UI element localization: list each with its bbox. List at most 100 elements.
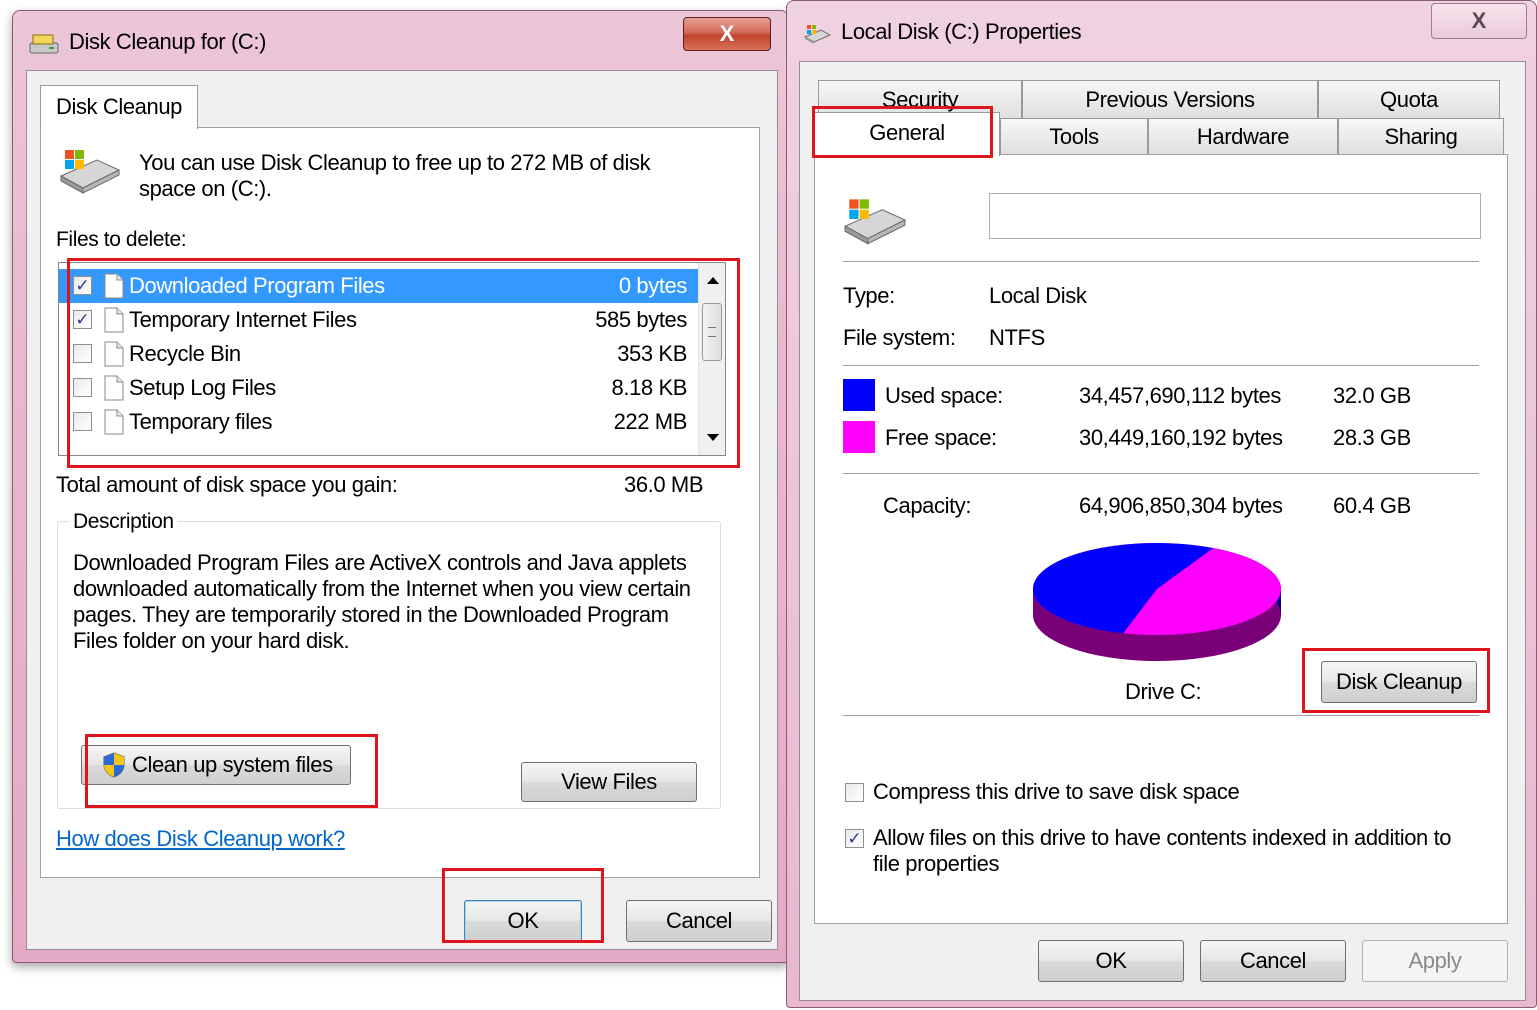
file-checkbox[interactable]: [73, 344, 92, 363]
type-value: Local Disk: [989, 283, 1087, 308]
tab-general-label: General: [869, 120, 945, 145]
file-rows: ✓ Downloaded Program Files 0 bytes ✓ Tempora…: [59, 269, 699, 455]
file-checkbox[interactable]: ✓: [73, 276, 92, 295]
tab-quota-label: Quota: [1380, 87, 1438, 112]
list-scrollbar[interactable]: [698, 263, 725, 455]
separator-2: [843, 365, 1479, 367]
file-name: Downloaded Program Files: [129, 273, 385, 298]
cancel-button[interactable]: Cancel: [1200, 940, 1346, 982]
cancel-button[interactable]: Cancel: [626, 900, 772, 942]
description-label: Description: [69, 510, 178, 534]
index-label-line2: file properties: [873, 851, 1000, 876]
free-space-gb: 28.3 GB: [1333, 425, 1411, 450]
tab-previous-versions[interactable]: Previous Versions: [1022, 80, 1318, 120]
file-type-icon: [103, 307, 125, 333]
separator-4: [843, 715, 1479, 717]
compress-label: Compress this drive to save disk space: [873, 779, 1240, 804]
scroll-grip-icon: [708, 327, 716, 337]
disk-usage-pie: [1033, 543, 1281, 661]
properties-window: Local Disk (C:) Properties X Security Pr…: [786, 0, 1537, 1008]
description-line2: downloaded automatically from the Intern…: [73, 576, 691, 601]
tab-previous-versions-label: Previous Versions: [1085, 87, 1255, 112]
help-link[interactable]: How does Disk Cleanup work?: [56, 826, 345, 852]
separator-3: [843, 473, 1479, 475]
separator-1: [843, 261, 1479, 263]
file-row[interactable]: Temporary files 222 MB: [59, 405, 699, 439]
free-space-swatch: [843, 421, 875, 453]
file-type-icon: [103, 409, 125, 435]
tab-quota[interactable]: Quota: [1318, 80, 1500, 120]
file-system-value: NTFS: [989, 325, 1045, 350]
file-row[interactable]: Recycle Bin 353 KB: [59, 337, 699, 371]
files-to-delete-label: Files to delete:: [56, 228, 187, 251]
used-space-bytes: 34,457,690,112 bytes: [1079, 383, 1281, 408]
uac-shield-icon: [102, 752, 126, 778]
drive-label: Drive C:: [1125, 679, 1202, 704]
tab-label: Disk Cleanup: [55, 94, 183, 119]
compress-checkbox[interactable]: [845, 783, 864, 802]
used-space-gb: 32.0 GB: [1333, 383, 1411, 408]
index-checkbox[interactable]: ✓: [845, 829, 864, 848]
drive-name-input[interactable]: [989, 193, 1481, 239]
file-type-icon: [103, 375, 125, 401]
type-label: Type:: [843, 283, 895, 308]
close-button[interactable]: X: [683, 17, 771, 51]
tab-sharing[interactable]: Sharing: [1338, 118, 1504, 156]
clean-up-system-files-label: Clean up system files: [132, 752, 333, 777]
file-size: 585 bytes: [595, 307, 687, 332]
tab-general[interactable]: General: [814, 112, 1000, 156]
scroll-up-arrow-icon[interactable]: [707, 277, 719, 284]
file-size: 222 MB: [613, 409, 688, 434]
file-checkbox[interactable]: [73, 412, 92, 431]
capacity-gb: 60.4 GB: [1333, 493, 1411, 518]
file-checkbox[interactable]: [73, 378, 92, 397]
scroll-down-arrow-icon[interactable]: [707, 434, 719, 441]
file-checkbox[interactable]: ✓: [73, 310, 92, 329]
properties-client: Security Previous Versions Quota General…: [799, 61, 1526, 1001]
window-title: Local Disk (C:) Properties: [841, 19, 1082, 44]
window-title: Disk Cleanup for (C:): [69, 29, 266, 54]
file-row[interactable]: ✓ Temporary Internet Files 585 bytes: [59, 303, 699, 337]
file-type-icon: [103, 273, 125, 299]
ok-button[interactable]: OK: [1038, 940, 1184, 982]
file-name: Temporary Internet Files: [129, 307, 357, 332]
disk-cleanup-button[interactable]: Disk Cleanup: [1321, 661, 1477, 703]
files-list[interactable]: ✓ Downloaded Program Files 0 bytes ✓ Tempora…: [58, 262, 726, 456]
description-line1: Downloaded Program Files are ActiveX con…: [73, 550, 687, 575]
used-space-label: Used space:: [885, 383, 1003, 408]
general-panel: Type: Local Disk File system: NTFS Used …: [814, 154, 1508, 924]
close-button[interactable]: X: [1431, 3, 1527, 39]
total-gain-value: 36.0 MB: [624, 472, 704, 497]
file-row[interactable]: ✓ Downloaded Program Files 0 bytes: [59, 269, 699, 303]
disk-cleanup-icon: [29, 33, 59, 55]
file-type-icon: [103, 341, 125, 367]
file-size: 0 bytes: [618, 273, 688, 298]
description-line3: pages. They are temporarily stored in th…: [73, 602, 669, 627]
scroll-thumb[interactable]: [702, 303, 722, 361]
tab-hardware[interactable]: Hardware: [1148, 118, 1338, 156]
tab-tools[interactable]: Tools: [1000, 118, 1148, 156]
tab-disk-cleanup[interactable]: Disk Cleanup: [40, 85, 198, 129]
file-row[interactable]: Setup Log Files 8.18 KB: [59, 371, 699, 405]
clean-up-system-files-button[interactable]: Clean up system files: [81, 745, 351, 785]
description-line4: Files folder on your hard disk.: [73, 628, 350, 653]
tab-tools-label: Tools: [1049, 124, 1099, 149]
tab-panel: You can use Disk Cleanup to free up to 2…: [40, 127, 760, 878]
index-label-line1: Allow files on this drive to have conten…: [873, 825, 1452, 850]
dialog-client: Disk Cleanup You can use Disk Cleanup to…: [26, 70, 778, 950]
drive-title-icon: [803, 23, 832, 45]
file-size: 353 KB: [617, 341, 687, 366]
intro-text-line2: space on (C:).: [139, 176, 272, 201]
free-space-bytes: 30,449,160,192 bytes: [1079, 425, 1283, 450]
capacity-label: Capacity:: [883, 493, 972, 518]
view-files-button[interactable]: View Files: [521, 762, 697, 802]
ok-button[interactable]: OK: [464, 900, 582, 942]
file-system-label: File system:: [843, 325, 956, 350]
drive-icon: [841, 195, 907, 245]
tab-hardware-label: Hardware: [1196, 124, 1290, 149]
apply-button[interactable]: Apply: [1362, 940, 1508, 982]
file-name: Setup Log Files: [129, 375, 276, 400]
used-space-swatch: [843, 379, 875, 411]
tab-security-label: Security: [881, 87, 959, 112]
capacity-bytes: 64,906,850,304 bytes: [1079, 493, 1283, 518]
